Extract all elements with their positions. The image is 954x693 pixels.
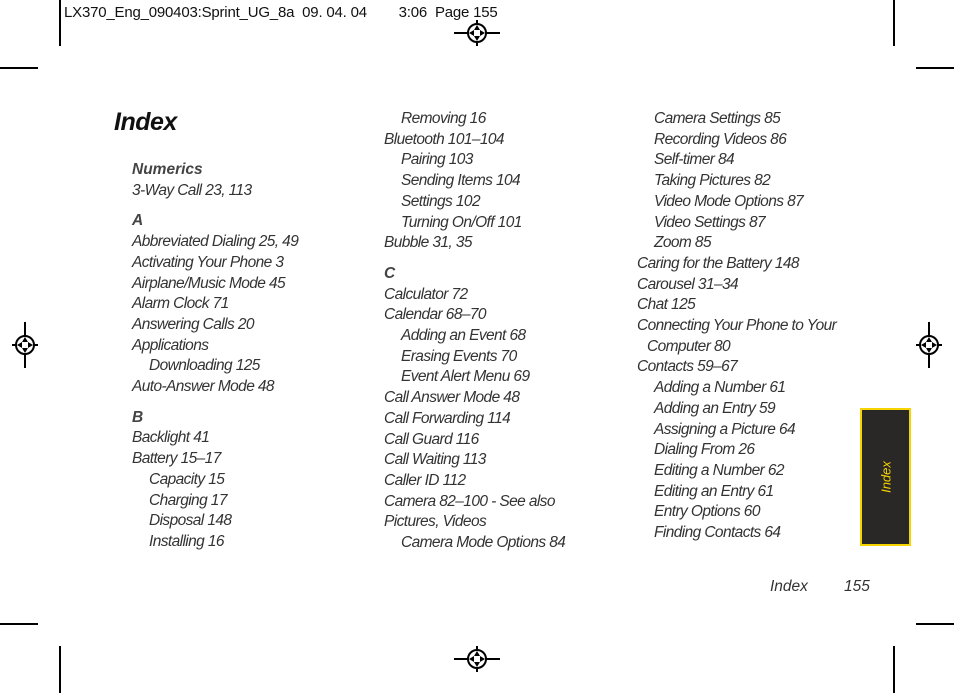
index-entry: Applications — [132, 336, 209, 354]
crop-mark-top-right-vertical — [893, 0, 895, 46]
index-column-2: Removing 16 Bluetooth 101–104 Pairing 103 S… — [384, 109, 566, 554]
footer-section-label: Index — [770, 578, 808, 595]
registration-mark-top-icon — [454, 20, 500, 46]
index-entry: Contacts 59–67 — [637, 358, 738, 376]
section-side-tab-label: Index — [878, 461, 893, 493]
index-letter-heading: Numerics — [132, 161, 203, 178]
index-entry: Abbreviated Dialing 25, 49 — [132, 233, 299, 251]
index-subentry: Event Alert Menu 69 — [401, 368, 530, 386]
index-entry: Call Waiting 113 — [384, 451, 486, 469]
index-subentry: Removing 16 — [401, 110, 486, 127]
index-subentry: Charging 17 — [149, 491, 227, 509]
index-subentry: Erasing Events 70 — [401, 347, 517, 365]
index-subentry: Disposal 148 — [149, 512, 232, 530]
index-entry: Backlight 41 — [132, 429, 210, 447]
index-subentry: Zoom 85 — [654, 234, 712, 252]
crop-mark-top-right-horizontal — [916, 67, 954, 69]
index-subentry: Installing 16 — [149, 532, 225, 550]
page-title: Index — [114, 108, 177, 136]
index-subentry: Pairing 103 — [401, 151, 473, 169]
index-subentry: Downloading 125 — [149, 357, 260, 375]
index-subentry: Editing a Number 62 — [654, 461, 785, 479]
index-entry: Answering Calls 20 — [132, 315, 254, 333]
index-subentry: Editing an Entry 61 — [654, 482, 774, 500]
index-entry: Camera 82–100 - See also — [384, 492, 555, 510]
index-entry: Caring for the Battery 148 — [637, 254, 799, 272]
index-entry: Carousel 31–34 — [637, 275, 739, 293]
index-subentry: Recording Videos 86 — [654, 130, 787, 148]
registration-mark-left-icon — [12, 322, 38, 368]
index-subentry: Dialing From 26 — [654, 441, 755, 459]
index-entry: Call Guard 116 — [384, 430, 479, 448]
section-side-tab: Index — [860, 408, 911, 546]
index-subentry: Camera Settings 85 — [654, 110, 781, 127]
index-entry: Calendar 68–70 — [384, 306, 487, 324]
crop-mark-top-left-vertical — [59, 0, 61, 46]
crop-mark-top-left-horizontal — [0, 67, 38, 69]
index-entry: Calculator 72 — [384, 285, 468, 303]
index-entry: Alarm Clock 71 — [132, 295, 229, 313]
index-entry: Auto-Answer Mode 48 — [132, 378, 275, 396]
index-entry: Connecting Your Phone to Your — [637, 317, 837, 335]
footer-page-number: 155 — [844, 578, 870, 595]
crop-mark-bottom-right-horizontal — [916, 623, 954, 625]
index-entry: Computer 80 — [647, 337, 731, 355]
index-subentry: Entry Options 60 — [654, 503, 760, 521]
index-entry: Pictures, Videos — [384, 513, 487, 531]
index-entry: Bubble 31, 35 — [384, 234, 472, 252]
index-subentry: Turning On/Off 101 — [401, 213, 522, 231]
index-entry: Activating Your Phone 3 — [132, 253, 284, 271]
index-subentry: Video Settings 87 — [654, 213, 766, 231]
index-subentry: Assigning a Picture 64 — [654, 420, 796, 438]
registration-mark-bottom-icon — [454, 646, 500, 672]
index-column-1: Numerics 3-Way Call 23, 113 A Abbreviated D… — [132, 160, 299, 553]
index-entry: 3-Way Call 23, 113 — [132, 181, 252, 199]
crop-mark-bottom-right-vertical — [893, 646, 895, 693]
index-subentry: Settings 102 — [401, 192, 481, 210]
index-letter-heading: A — [132, 212, 144, 230]
index-subentry: Adding an Event 68 — [401, 327, 526, 345]
index-subentry: Finding Contacts 64 — [654, 524, 781, 542]
index-subentry: Capacity 15 — [149, 470, 225, 488]
index-subentry: Video Mode Options 87 — [654, 192, 804, 210]
index-entry: Bluetooth 101–104 — [384, 130, 505, 148]
index-entry: Call Answer Mode 48 — [384, 389, 520, 407]
index-entry: Chat 125 — [637, 296, 696, 314]
index-subentry: Adding an Entry 59 — [654, 399, 776, 417]
index-entry: Airplane/Music Mode 45 — [132, 274, 286, 292]
print-slug-line: LX370_Eng_090403:Sprint_UG_8a 09. 04. 04… — [64, 4, 498, 21]
index-letter-heading: C — [384, 264, 396, 282]
index-subentry: Taking Pictures 82 — [654, 172, 771, 190]
crop-mark-bottom-left-horizontal — [0, 623, 38, 625]
registration-mark-right-icon — [916, 322, 942, 368]
index-subentry: Sending Items 104 — [401, 172, 521, 190]
index-column-3: Camera Settings 85 Recording Videos 86 Sel… — [637, 109, 837, 544]
index-letter-heading: B — [132, 408, 144, 426]
index-entry: Battery 15–17 — [132, 450, 221, 468]
crop-mark-bottom-left-vertical — [59, 646, 61, 693]
index-subentry: Adding a Number 61 — [654, 379, 786, 397]
index-subentry: Camera Mode Options 84 — [401, 534, 566, 552]
index-subentry: Self-timer 84 — [654, 151, 735, 169]
index-entry: Call Forwarding 114 — [384, 409, 511, 427]
index-entry: Caller ID 112 — [384, 471, 466, 489]
